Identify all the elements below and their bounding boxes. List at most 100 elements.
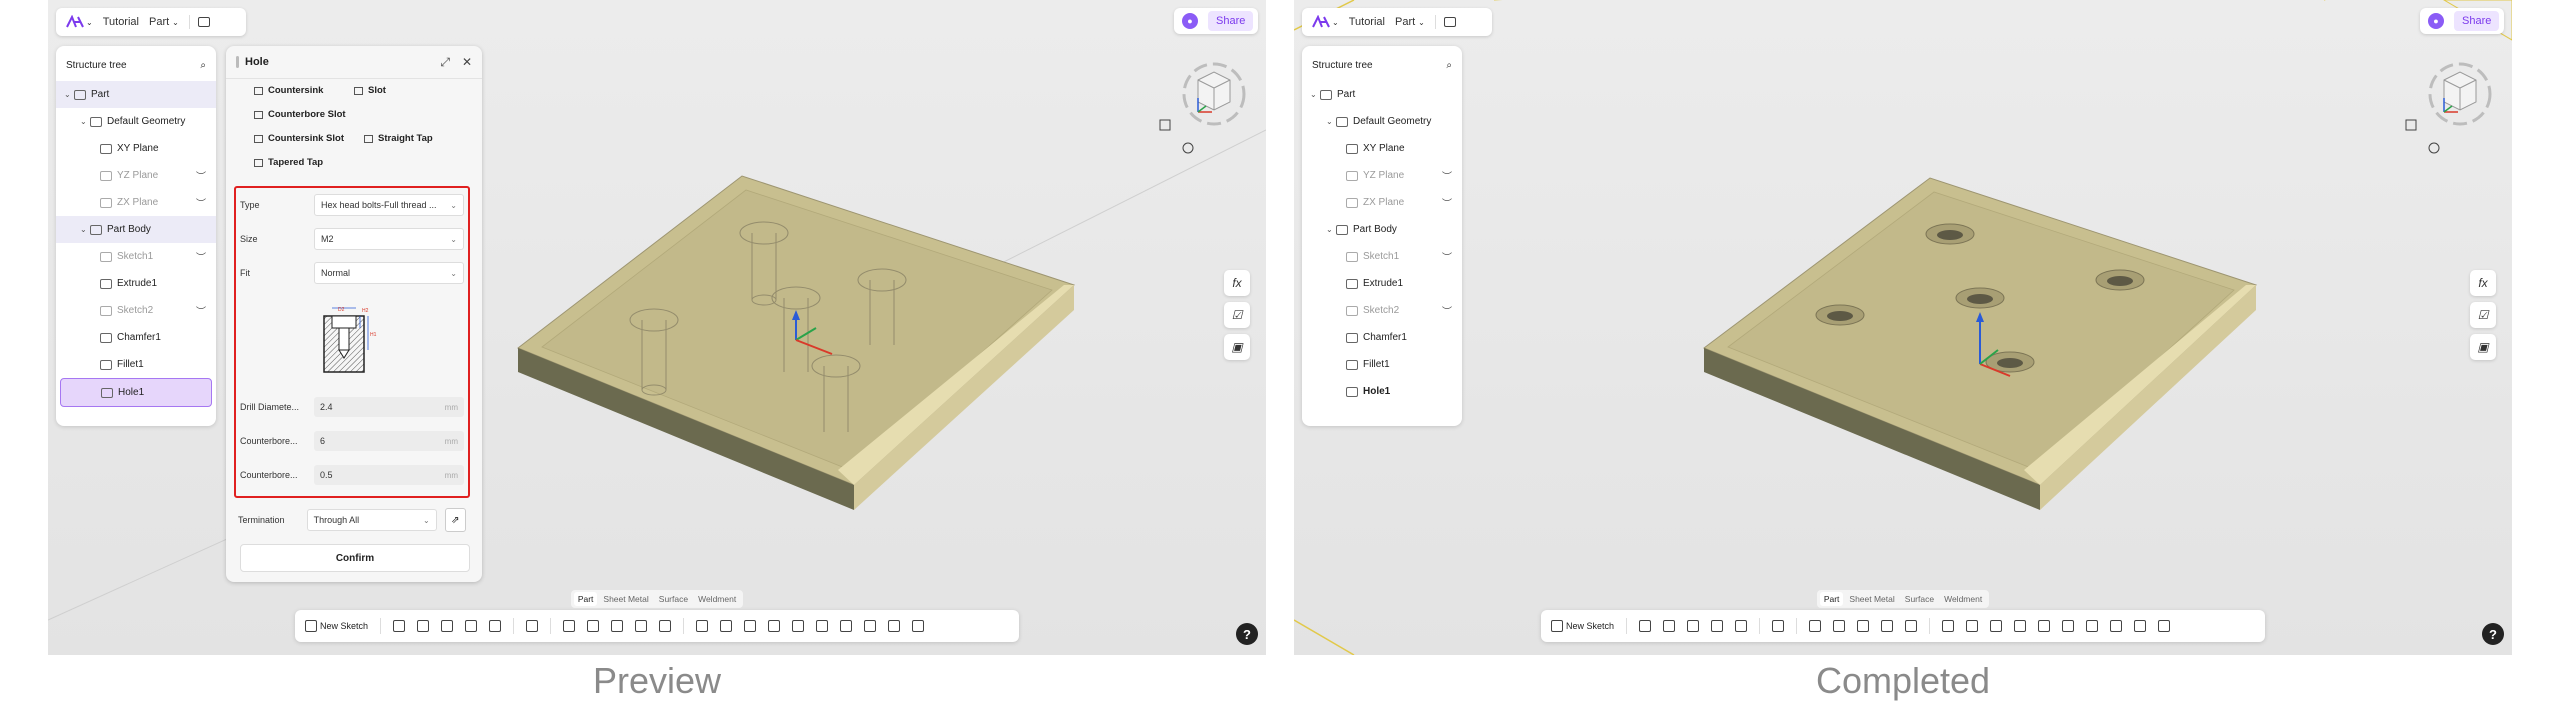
new-sketch-button[interactable]: New Sketch	[305, 620, 368, 632]
tree-item-part[interactable]: ⌄ Part	[56, 81, 216, 108]
tab-weldment[interactable]: Weldment	[694, 592, 740, 606]
close-icon[interactable]: ✕	[462, 55, 472, 70]
delete-body-icon[interactable]	[840, 620, 853, 632]
tree-item-chamfer1[interactable]: Chamfer1	[56, 324, 216, 351]
loft-icon[interactable]	[465, 620, 478, 632]
shell-icon[interactable]	[1881, 620, 1894, 632]
delete-body-icon[interactable]	[2086, 620, 2099, 632]
tree-item-part-body[interactable]: ⌄ Part Body	[56, 216, 216, 243]
share-button[interactable]: Share	[2454, 11, 2500, 31]
tab-sheet-metal[interactable]: Sheet Metal	[599, 592, 652, 606]
tree-item-zx-plane[interactable]: ZX Plane ︶	[1302, 189, 1462, 216]
checklist-button[interactable]: ☑	[2470, 302, 2496, 328]
rib-icon[interactable]	[489, 620, 502, 632]
tree-item-yz-plane[interactable]: YZ Plane ︶	[1302, 162, 1462, 189]
fillet-icon[interactable]	[563, 620, 576, 632]
combine-icon[interactable]	[2014, 620, 2027, 632]
hidden-eye-icon[interactable]: ︶	[1442, 195, 1452, 210]
formula-button[interactable]: fx	[1224, 270, 1250, 296]
chamfer-icon[interactable]	[1833, 620, 1846, 632]
plane-icon[interactable]	[864, 620, 877, 632]
search-icon[interactable]: ⌕	[1446, 60, 1452, 71]
chevron-down-icon[interactable]: ⌄	[1332, 18, 1339, 27]
tab-surface[interactable]: Surface	[1901, 592, 1938, 606]
breadcrumb-tutorial[interactable]: Tutorial	[103, 16, 139, 28]
extrude-icon[interactable]	[1639, 620, 1652, 632]
hidden-eye-icon[interactable]: ︶	[196, 168, 206, 183]
app-logo-icon[interactable]	[1312, 15, 1330, 29]
tab-sheet-metal[interactable]: Sheet Metal	[1845, 592, 1898, 606]
revolve-icon[interactable]	[417, 620, 430, 632]
tree-item-chamfer1[interactable]: Chamfer1	[1302, 324, 1462, 351]
move-icon[interactable]	[1990, 620, 2003, 632]
hole-type-counterbore-slot[interactable]: Counterbore Slot	[254, 109, 346, 120]
chamfer-icon[interactable]	[587, 620, 600, 632]
sweep-icon[interactable]	[441, 620, 454, 632]
counterbore-diameter-input[interactable]: 6 mm	[314, 431, 464, 451]
render-icon[interactable]	[912, 620, 925, 632]
help-icon[interactable]: ?	[2482, 623, 2504, 645]
mirror-icon[interactable]	[1966, 620, 1979, 632]
confirm-button[interactable]: Confirm	[240, 544, 470, 572]
tree-item-hole1[interactable]: Hole1	[60, 378, 212, 407]
hidden-eye-icon[interactable]: ︶	[196, 303, 206, 318]
render-icon[interactable]	[2158, 620, 2171, 632]
draft-icon[interactable]	[611, 620, 624, 632]
hole-type-countersink[interactable]: Countersink	[254, 85, 323, 96]
tree-item-part[interactable]: ⌄ Part	[1302, 81, 1462, 108]
chevron-down-icon[interactable]: ⌄	[80, 117, 90, 126]
user-avatar-icon[interactable]: ●	[2428, 13, 2444, 29]
hidden-eye-icon[interactable]: ︶	[1442, 249, 1452, 264]
hidden-eye-icon[interactable]: ︶	[1442, 168, 1452, 183]
scale-icon[interactable]	[2062, 620, 2075, 632]
tree-item-xy-plane[interactable]: XY Plane	[56, 135, 216, 162]
hole-icon[interactable]	[526, 620, 539, 632]
hidden-eye-icon[interactable]: ︶	[1442, 303, 1452, 318]
share-button[interactable]: Share	[1208, 11, 1254, 31]
counterbore-depth-input[interactable]: 0.5 mm	[314, 465, 464, 485]
drill-diameter-input[interactable]: 2.4 mm	[314, 397, 464, 417]
chevron-down-icon[interactable]: ⌄	[1326, 225, 1336, 234]
hole-type-slot[interactable]: Slot	[354, 85, 386, 96]
chevron-down-icon[interactable]: ⌄	[86, 18, 93, 27]
tab-part[interactable]: Part	[1819, 592, 1844, 606]
hidden-eye-icon[interactable]: ︶	[196, 195, 206, 210]
panel-button[interactable]: ▣	[1224, 334, 1250, 360]
mirror-icon[interactable]	[720, 620, 733, 632]
hidden-eye-icon[interactable]: ︶	[196, 249, 206, 264]
search-icon[interactable]: ⌕	[200, 60, 206, 71]
rib-icon[interactable]	[1735, 620, 1748, 632]
formula-button[interactable]: fx	[2470, 270, 2496, 296]
extrude-icon[interactable]	[393, 620, 406, 632]
new-sketch-button[interactable]: New Sketch	[1551, 620, 1614, 632]
tree-item-sketch2[interactable]: Sketch2 ︶	[56, 297, 216, 324]
termination-select[interactable]: Through All ⌄	[306, 509, 437, 531]
pattern-icon[interactable]	[696, 620, 709, 632]
tree-item-zx-plane[interactable]: ZX Plane ︶	[56, 189, 216, 216]
split-icon[interactable]	[2038, 620, 2051, 632]
tab-part[interactable]: Part	[573, 592, 598, 606]
size-select[interactable]: M2 ⌄	[314, 228, 464, 250]
scale-icon[interactable]	[816, 620, 829, 632]
tree-item-fillet1[interactable]: Fillet1	[56, 351, 216, 378]
loft-icon[interactable]	[1711, 620, 1724, 632]
sidebar-toggle-icon[interactable]	[1443, 17, 1456, 27]
viewport-3d[interactable]	[1294, 0, 2512, 655]
tab-surface[interactable]: Surface	[655, 592, 692, 606]
panel-button[interactable]: ▣	[2470, 334, 2496, 360]
sweep-icon[interactable]	[1687, 620, 1700, 632]
thicken-icon[interactable]	[659, 620, 672, 632]
chevron-down-icon[interactable]: ⌄	[1326, 117, 1336, 126]
user-avatar-icon[interactable]: ●	[1182, 13, 1198, 29]
breadcrumb-part[interactable]: Part ⌄	[149, 16, 179, 28]
view-cube[interactable]	[2404, 58, 2500, 178]
view-cube[interactable]	[1158, 58, 1254, 178]
tree-item-sketch1[interactable]: Sketch1 ︶	[1302, 243, 1462, 270]
hole-icon[interactable]	[1772, 620, 1785, 632]
pin-icon[interactable]: ⤢	[440, 55, 450, 70]
tree-item-default-geometry[interactable]: ⌄ Default Geometry	[1302, 108, 1462, 135]
tree-item-yz-plane[interactable]: YZ Plane ︶	[56, 162, 216, 189]
drag-handle[interactable]	[236, 56, 239, 68]
breadcrumb-part[interactable]: Part ⌄	[1395, 16, 1425, 28]
type-select[interactable]: Hex head bolts-Full thread ... ⌄	[314, 194, 464, 216]
